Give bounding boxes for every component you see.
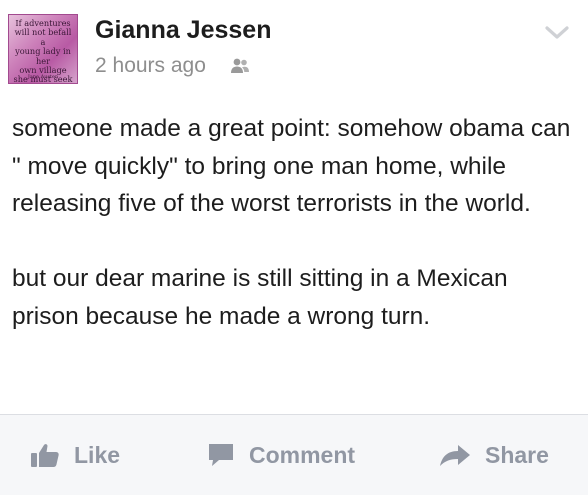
post-paragraph: someone made a great point: somehow obam… [12,115,571,217]
comment-icon [209,444,233,466]
like-button[interactable]: Like [30,415,120,495]
chevron-down-icon[interactable] [544,25,570,41]
share-button[interactable]: Share [439,415,549,495]
like-label: Like [74,441,121,468]
post-card: If adventures will not befall a young la… [0,0,588,495]
post-body: someone made a great point: somehow obam… [12,110,572,335]
thumbs-up-icon [31,444,59,467]
post-timestamp[interactable]: 2 hours ago [95,54,206,78]
share-label: Share [485,441,549,468]
author-name[interactable]: Gianna Jessen [95,16,271,45]
comment-button[interactable]: Comment [207,415,355,495]
avatar-quote-author: Jane Austen [27,74,59,80]
comment-label: Comment [249,441,356,468]
avatar[interactable]: If adventures will not befall a young la… [8,14,78,84]
friends-icon[interactable] [230,57,250,75]
post-paragraph: but our dear marine is still sitting in … [12,265,508,330]
share-arrow-icon [440,445,470,466]
action-bar: Like Comment Share [0,415,588,495]
